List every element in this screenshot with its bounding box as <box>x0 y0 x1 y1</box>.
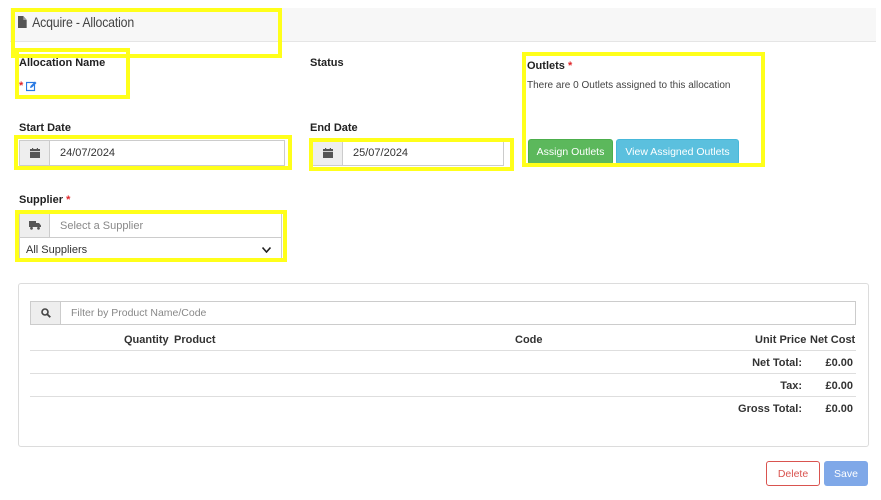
supplier-select[interactable]: All Suppliers <box>19 238 282 262</box>
net-total-label: Net Total: <box>752 357 802 369</box>
start-date-field[interactable]: 24/07/2024 <box>50 141 284 165</box>
product-filter-group[interactable]: Filter by Product Name/Code <box>30 301 856 325</box>
end-date-field[interactable]: 25/07/2024 <box>343 141 503 165</box>
status-label: Status <box>310 57 344 69</box>
required-mark: * <box>567 60 573 72</box>
gross-total-value: £0.00 <box>825 403 853 415</box>
assign-outlets-button[interactable]: Assign Outlets <box>528 139 613 165</box>
calendar-icon[interactable] <box>20 141 50 165</box>
required-mark: * <box>66 194 71 206</box>
truck-icon <box>20 214 50 237</box>
calendar-icon[interactable] <box>313 141 343 165</box>
end-date-input-group[interactable]: 25/07/2024 <box>312 140 504 166</box>
page-header <box>10 8 876 42</box>
search-icon <box>31 302 61 324</box>
product-filter-input[interactable]: Filter by Product Name/Code <box>61 302 855 324</box>
column-unit-price: Unit Price <box>755 334 807 346</box>
column-quantity: Quantity <box>124 334 169 346</box>
start-date-input-group[interactable]: 24/07/2024 <box>19 140 285 166</box>
outlets-message: There are 0 Outlets assigned to this all… <box>527 80 731 91</box>
tax-label: Tax: <box>780 380 802 392</box>
allocation-name-edit: * <box>19 80 37 92</box>
divider <box>30 373 856 374</box>
gross-total-label: Gross Total: <box>738 403 802 415</box>
net-total-value: £0.00 <box>825 357 853 369</box>
page-title-text: Acquire - Allocation <box>32 14 135 30</box>
column-net-cost: Net Cost <box>810 334 856 346</box>
save-button[interactable]: Save <box>824 461 868 486</box>
outlets-label-text: Outlets <box>527 60 565 72</box>
delete-button[interactable]: Delete <box>766 461 820 486</box>
supplier-label: Supplier * <box>19 194 70 206</box>
supplier-search-group[interactable]: Select a Supplier <box>19 213 282 238</box>
start-date-label: Start Date <box>19 122 71 134</box>
required-mark: * <box>19 80 24 92</box>
supplier-label-text: Supplier <box>19 194 64 206</box>
divider <box>30 350 856 351</box>
tax-value: £0.00 <box>825 380 853 392</box>
column-code: Code <box>515 334 543 346</box>
end-date-label: End Date <box>310 122 358 134</box>
document-icon <box>18 16 27 28</box>
supplier-search-input[interactable]: Select a Supplier <box>50 214 281 237</box>
chevron-down-icon <box>262 246 271 253</box>
supplier-select-value: All Suppliers <box>26 243 88 256</box>
page-title: Acquire - Allocation <box>18 14 134 30</box>
view-assigned-outlets-button[interactable]: View Assigned Outlets <box>616 139 739 165</box>
divider <box>30 396 856 397</box>
column-product: Product <box>174 334 216 346</box>
allocation-name-label: Allocation Name <box>19 57 106 69</box>
outlets-label: Outlets * <box>527 60 572 72</box>
edit-icon[interactable] <box>26 81 37 92</box>
